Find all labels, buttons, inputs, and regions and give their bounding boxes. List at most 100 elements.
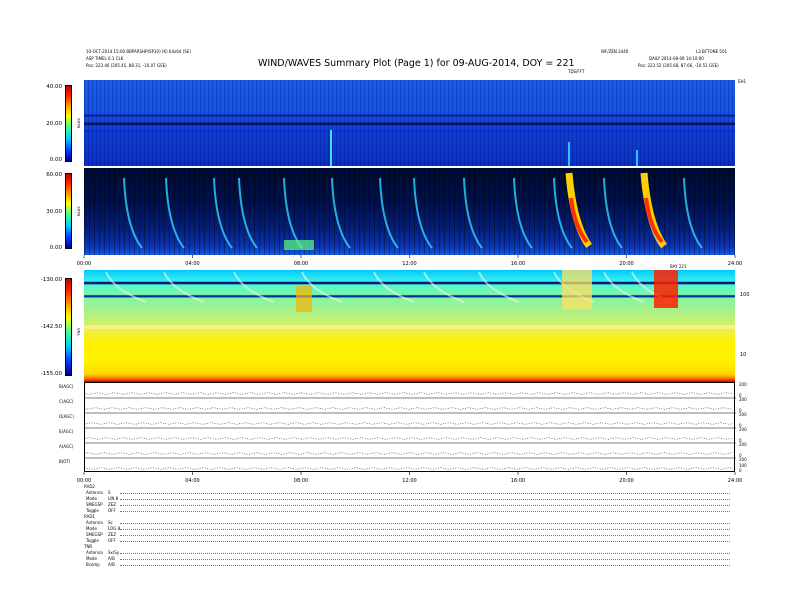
x-tick-label: 20:00 <box>619 478 633 484</box>
housekeeping-x-axis: 00:00 04:00 08:00 12:00 16:00 20:00 24:00 <box>77 472 742 484</box>
footer-dotted-row <box>120 541 730 542</box>
footer-setting-key: Mode <box>86 496 97 501</box>
x-tick-label: 08:00 <box>294 261 308 267</box>
housekeeping-trace <box>85 452 734 455</box>
housekeeping-trace <box>85 392 734 395</box>
footer-setting-value: OFF <box>108 538 116 543</box>
rad1-burst-streak <box>283 177 303 249</box>
header-info-line2: ASP TIMEL 0.1 CLK <box>86 56 124 61</box>
footer-dotted-row <box>120 511 730 512</box>
footer-setting-key: Bcomp <box>86 562 100 567</box>
tnr-burst-streak <box>233 271 275 303</box>
x-tick-label: 08:00 <box>294 478 308 484</box>
footer-dotted-row <box>120 493 730 494</box>
housekeeping-row-label: D(AGC) <box>59 414 74 419</box>
tnr-ytick-top: -130.00 <box>40 277 62 283</box>
housekeeping-trace <box>85 467 734 470</box>
tnr-burst-streak <box>105 271 147 303</box>
footer-setting-key: Antenna <box>86 490 103 495</box>
rad1-burst-streak <box>603 177 623 249</box>
housekeeping-panel <box>84 382 736 472</box>
rad2-burst-mark <box>636 150 638 166</box>
rad1-burst-streak <box>238 177 258 249</box>
rad1-ytick-mid: 30.00 <box>46 209 62 215</box>
footer-setting-value: ZEZ <box>108 532 117 537</box>
rad2-burst-mark <box>568 142 570 166</box>
rad1-patch <box>284 240 314 250</box>
footer-setting-key: Toggle <box>86 508 99 513</box>
tnr-local-burst <box>296 286 312 312</box>
housekeeping-row-label: B(OT) <box>59 459 71 464</box>
rad2-ytick-mid: 20.00 <box>46 121 62 127</box>
x-tick-label: 24:00 <box>728 261 742 267</box>
footer-dotted-row <box>120 565 730 566</box>
x-tick-label: 16:00 <box>511 478 525 484</box>
rad1-burst-streak <box>213 177 233 249</box>
rad2-colorbar <box>65 85 72 162</box>
x-tick-label: 16:00 <box>511 261 525 267</box>
footer-dotted-row <box>120 523 730 524</box>
rad2-ytick-top: 40.00 <box>46 84 62 90</box>
x-tick-label: 04:00 <box>185 478 199 484</box>
header-left-position: Pos: 223.46 (205.45, 88.31, -10.07 GSE) <box>86 63 167 68</box>
footer-block-title: RAD1 <box>84 514 95 519</box>
housekeeping-row-label: C(AGC) <box>59 399 74 404</box>
tnr-ylabel: TNR <box>76 328 81 336</box>
housekeeping-right-tick: 200 <box>739 427 747 432</box>
footer-setting-key: Mode <box>86 556 97 561</box>
footer-setting-key: SMEGSP <box>86 532 103 537</box>
tnr-burst-region <box>562 270 592 310</box>
footer-setting-value: ZEZ <box>108 502 117 507</box>
tnr-burst-streak <box>163 271 205 303</box>
footer-block-title: TNR <box>84 544 93 549</box>
rad1-ytick-top: 60.00 <box>46 172 62 178</box>
footer-dotted-row <box>120 535 730 536</box>
tnr-colorbar <box>65 278 72 376</box>
rad1-burst-streak <box>331 177 351 249</box>
housekeeping-right-tick: 200 <box>739 442 747 447</box>
rad1-ytick-bottom: 0.00 <box>49 245 62 251</box>
footer-setting-value: A/B <box>108 562 115 567</box>
rad2-spectrogram <box>84 80 735 166</box>
header-daily: DAILY 2014-08-09 14:10:00 <box>649 56 704 61</box>
rad2-ytick-bottom: 0.00 <box>49 157 62 163</box>
tnr-ytick-bottom: -155.00 <box>40 371 62 377</box>
x-tick-label: 20:00 <box>619 261 633 267</box>
housekeeping-row-label: A(AGC) <box>59 444 74 449</box>
rad1-burst-streak <box>463 177 483 249</box>
footer-setting-value: OFF <box>108 508 116 513</box>
rad1-burst-streak <box>123 177 143 249</box>
footer-setting-value: Sx/Sy <box>108 550 120 555</box>
x-tick-label: 12:00 <box>402 478 416 484</box>
footer-block-title: RAD2 <box>84 484 95 489</box>
tnr-burst-streak <box>478 271 520 303</box>
housekeeping-row-label: B(AGC) <box>59 384 74 389</box>
rad1-burst-streak <box>165 177 185 249</box>
footer-setting-value: A/B <box>108 556 115 561</box>
footer-setting-key: Mode <box>86 526 97 531</box>
housekeeping-right-tick: 200 <box>739 382 747 387</box>
tnr-spectrogram <box>84 270 735 382</box>
footer-setting-key: Antenna <box>86 550 103 555</box>
x-tick-label: 24:00 <box>728 478 742 484</box>
tnr-burst-streak <box>373 271 415 303</box>
x-tick-label: 04:00 <box>185 261 199 267</box>
rad1-burst-streak <box>513 177 533 249</box>
plot-title: WIND/WAVES Summary Plot (Page 1) for 09-… <box>258 58 575 69</box>
header-tds-label: TDS/FFT <box>568 69 585 74</box>
rad1-colorbar <box>65 173 72 249</box>
rad1-day-label: BAY 221 <box>670 264 687 269</box>
rad1-burst-streak <box>413 177 433 249</box>
rad1-burst-streak <box>379 177 399 249</box>
rad1-burst-streak <box>683 177 703 249</box>
housekeeping-right-tick: 200 <box>739 412 747 417</box>
tnr-burst-streak <box>423 271 465 303</box>
rad2-burst-mark <box>330 130 332 166</box>
header-info-line1: 10-OCT-2014 15:00 BBPARSHP(SP10) (K) 64x… <box>86 49 191 54</box>
footer-setting-value: LIN 8 <box>108 496 119 501</box>
header-mode: WF/ZEN 2440 <box>601 49 629 54</box>
x-tick-label: 00:00 <box>77 261 91 267</box>
rad1-spectrogram <box>84 168 735 255</box>
footer-setting-key: Antenna <box>86 520 103 525</box>
x-tick-label: 12:00 <box>402 261 416 267</box>
